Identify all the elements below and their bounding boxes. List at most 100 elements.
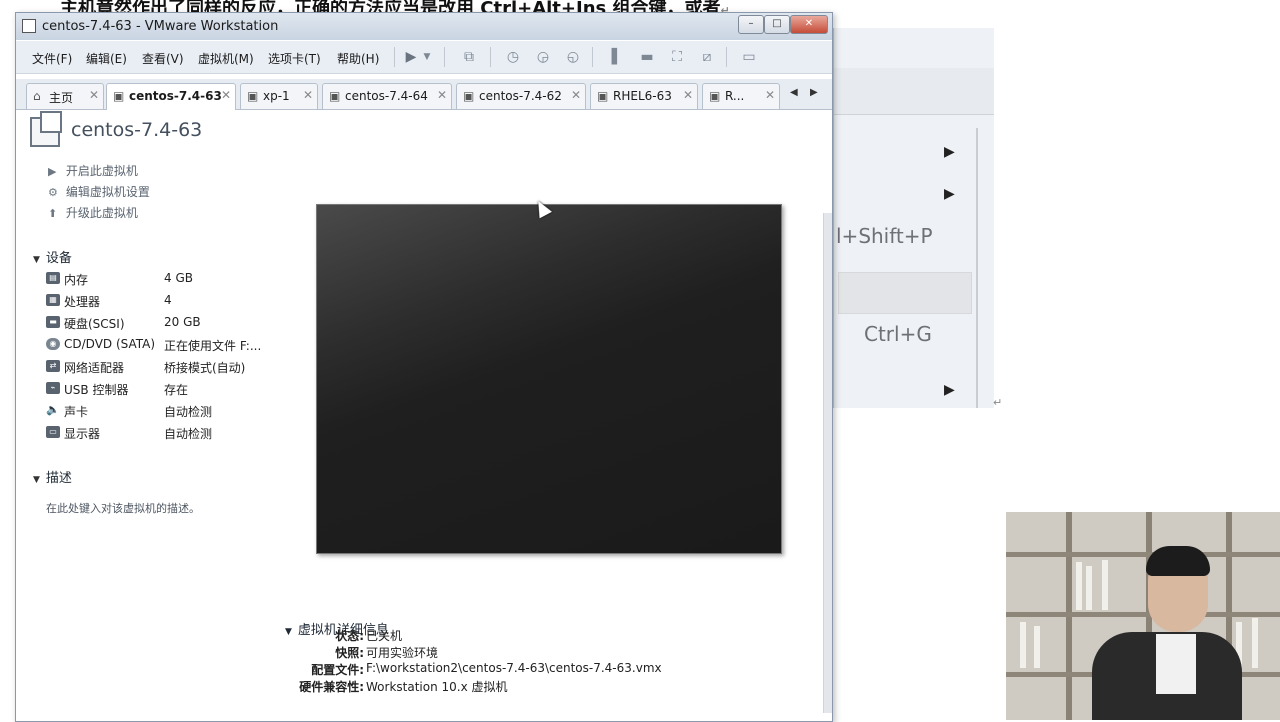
device-name: CD/DVD (SATA) [64,337,156,351]
close-icon[interactable]: ✕ [571,88,581,102]
device-row-usb[interactable]: ⌁ USB 控制器 存在 [46,380,316,400]
pilcrow-mark: ↵ [993,396,1003,409]
tab-home[interactable]: ⌂ 主页 ✕ [26,83,104,109]
close-icon[interactable]: ✕ [303,88,313,102]
action-label: 编辑虚拟机设置 [65,185,150,199]
title-bar[interactable]: centos-7.4-63 - VMware Workstation – □ ✕ [16,13,832,40]
device-row-harddisk[interactable]: ▬ 硬盘(SCSI) 20 GB [46,314,316,334]
tab-scroll-right-icon[interactable]: ▶ [810,87,818,98]
device-value: 4 GB [164,271,193,285]
tab-xp-1[interactable]: ▣ xp-1 ✕ [240,83,318,109]
full-screen-icon[interactable]: ⛶ [666,47,688,67]
submenu-arrow-icon[interactable]: ▶ [944,186,955,202]
tab-label: centos-7.4-62 [479,89,562,103]
section-title: 设备 [45,251,72,266]
tab-centos-7-4-62[interactable]: ▣ centos-7.4-62 ✕ [456,83,586,109]
sound-icon: 🔈 [46,403,60,416]
submenu-arrow-icon[interactable]: ▶ [944,382,955,398]
vm-icon: ▣ [463,89,475,103]
edit-vm-settings-link[interactable]: ⚙ 编辑虚拟机设置 [48,183,150,200]
device-name: USB 控制器 [64,383,129,397]
menu-bar: 文件(F) 编辑(E) 查看(V) 虚拟机(M) 选项卡(T) 帮助(H) ▶ … [16,41,832,74]
close-icon[interactable]: ✕ [683,88,693,102]
revert-snapshot-icon[interactable]: ◶ [532,47,554,67]
power-on-vm-link[interactable]: ▶ 开启此虚拟机 [48,162,138,179]
device-row-network[interactable]: ⇄ 网络适配器 桥接模式(自动) [46,358,316,378]
vm-icon: ▣ [247,89,259,103]
vm-icon: ▣ [709,89,721,103]
detail-row-snapshot: 快照: 可用实验环境 [276,644,816,662]
detail-label: 状态: [335,629,364,643]
maximize-button[interactable]: □ [764,15,790,34]
shortcut-text: Ctrl+G [864,322,932,346]
minimize-button[interactable]: – [738,15,764,34]
close-icon[interactable]: ✕ [765,88,775,102]
menu-vm[interactable]: 虚拟机(M) [198,50,254,67]
close-icon[interactable]: ✕ [89,88,99,102]
tab-centos-7-4-63[interactable]: ▣ centos-7.4-63 ✕ [106,83,236,110]
snapshot-manager-icon[interactable]: ◵ [562,47,584,67]
network-icon: ⇄ [46,360,60,372]
device-row-memory[interactable]: ▤ 内存 4 GB [46,270,316,290]
detail-label: 硬件兼容性: [299,680,364,694]
device-name: 网络适配器 [64,361,125,375]
device-row-cdrom[interactable]: ◉ CD/DVD (SATA) 正在使用文件 F:... [46,336,316,356]
action-label: 开启此虚拟机 [65,164,138,178]
upgrade-vm-link[interactable]: ⬆ 升级此虚拟机 [48,204,138,221]
snapshot-icon[interactable]: ◷ [502,47,524,67]
tab-bar: ⌂ 主页 ✕ ▣ centos-7.4-63 ✕ ▣ xp-1 ✕ ▣ cent… [16,79,832,110]
tab-centos-7-4-64[interactable]: ▣ centos-7.4-64 ✕ [322,83,452,109]
device-value: 存在 [164,383,189,397]
close-button[interactable]: ✕ [790,15,828,34]
display-icon: ▭ [46,426,60,438]
vm-screen-thumbnail[interactable] [316,204,782,554]
power-on-icon[interactable]: ▶ [400,47,422,67]
device-value: 自动检测 [164,427,213,441]
word-ribbon-strip [834,68,994,115]
menu-view[interactable]: 查看(V) [142,50,184,67]
device-name: 硬盘(SCSI) [64,317,125,331]
detail-label: 配置文件: [311,663,364,677]
tab-label: centos-7.4-63 [129,89,222,103]
description-section-toggle[interactable]: ▼ 描述 [33,467,72,486]
tab-label: xp-1 [263,89,290,103]
thumbnail-bar-icon[interactable]: ▬ [636,47,658,67]
console-view-icon[interactable]: ▭ [738,47,760,67]
vertical-scrollbar[interactable] [823,213,832,713]
detail-value: 已关机 [366,629,403,643]
device-row-sound[interactable]: 🔈 声卡 自动检测 [46,402,316,422]
cpu-icon: ▦ [46,294,60,306]
device-value: 桥接模式(自动) [164,361,246,375]
sidebar-toggle-icon[interactable]: ▌ [606,47,628,67]
device-row-processor[interactable]: ▦ 处理器 4 [46,292,316,312]
tab-scroll-left-icon[interactable]: ◀ [790,87,798,98]
menu-file[interactable]: 文件(F) [32,50,72,67]
unity-icon[interactable]: ⧄ [696,47,718,67]
tab-rhel6-63[interactable]: ▣ RHEL6-63 ✕ [590,83,698,109]
detail-label: 快照: [335,646,364,660]
word-context-menu: ▶ ▶ l+Shift+P Ctrl+G ▶ [833,28,994,408]
submenu-arrow-icon[interactable]: ▶ [944,144,955,160]
menu-highlight [838,272,972,314]
close-icon[interactable]: ✕ [437,88,447,102]
cdrom-icon: ◉ [46,338,60,350]
close-icon[interactable]: ✕ [221,88,231,102]
memory-icon: ▤ [46,272,60,284]
devices-section-toggle[interactable]: ▼ 设备 [33,247,72,266]
menu-help[interactable]: 帮助(H) [337,50,379,67]
menu-tabs[interactable]: 选项卡(T) [268,50,321,67]
send-ctrl-alt-del-icon[interactable]: ⧉ [458,47,480,67]
device-value: 自动检测 [164,405,213,419]
tab-r[interactable]: ▣ R... ✕ [702,83,780,109]
device-row-display[interactable]: ▭ 显示器 自动检测 [46,424,316,444]
device-name: 内存 [64,273,89,287]
power-dropdown-icon[interactable]: ▼ [420,47,434,67]
detail-value: 可用实验环境 [366,646,439,660]
device-value: 4 [164,293,172,307]
device-value: 20 GB [164,315,201,329]
collapse-triangle-icon: ▼ [33,255,40,265]
description-field[interactable]: 在此处键入对该虚拟机的描述。 [46,500,200,516]
vm-large-icon [30,111,62,147]
menu-edit[interactable]: 编辑(E) [86,50,127,67]
detail-row-hardware-compat: 硬件兼容性: Workstation 10.x 虚拟机 [276,678,816,696]
